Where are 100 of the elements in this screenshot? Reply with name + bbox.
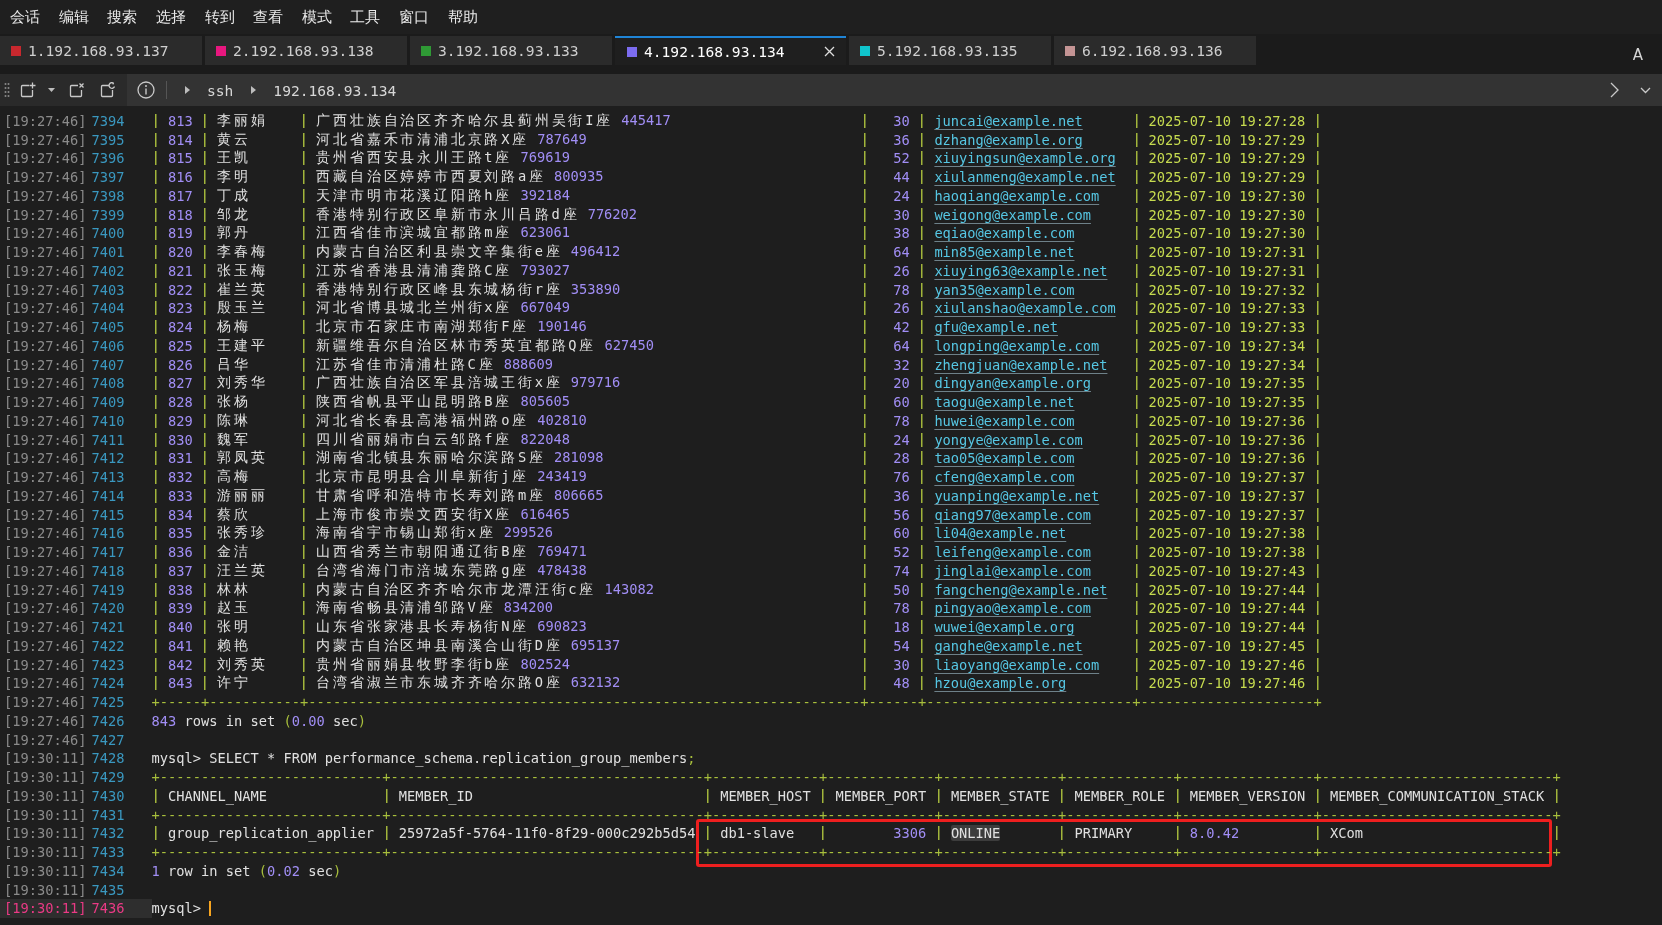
breadcrumb-item[interactable]: 192.168.93.134 <box>273 81 397 99</box>
email-link[interactable]: liaoyang@example.com <box>934 656 1100 673</box>
email-link[interactable]: zhengjuan@example.net <box>934 356 1108 373</box>
postcode-text: 632132 <box>570 674 621 693</box>
age-text: 48 <box>893 675 910 692</box>
menu-item[interactable]: 编辑 <box>49 7 99 27</box>
tab[interactable]: 1.192.168.93.137 <box>0 36 202 65</box>
record-id: 823 <box>168 300 193 317</box>
triangle-right-icon <box>185 86 190 94</box>
email-link[interactable]: dzhang@example.org <box>934 131 1083 148</box>
caret-down-icon[interactable] <box>48 88 55 92</box>
menu-item[interactable]: 模式 <box>292 7 342 27</box>
column-header: MEMBER_VERSION <box>1189 787 1306 804</box>
email-link[interactable]: tao05@example.com <box>934 450 1075 467</box>
email-link[interactable]: xiulanshao@example.com <box>934 300 1116 317</box>
chevron-right-icon[interactable] <box>1610 82 1619 98</box>
menu-item[interactable]: 帮助 <box>438 7 487 27</box>
email-link[interactable]: cfeng@example.com <box>934 469 1075 486</box>
person-name: 张秀珍 <box>217 524 268 543</box>
email-link[interactable]: yan35@example.com <box>934 281 1075 298</box>
email-link[interactable]: dingyan@example.org <box>934 375 1091 392</box>
tab[interactable]: 3.192.168.93.133 <box>410 36 612 65</box>
person-name: 郭凤英 <box>217 449 268 468</box>
line-number: 7401 <box>91 243 126 262</box>
date-time-text: 2025-07-10 19:27:30 <box>1148 225 1306 242</box>
person-name: 邹龙 <box>217 205 252 224</box>
x-square-icon[interactable] <box>69 82 85 98</box>
menu-item[interactable]: 转到 <box>195 7 244 27</box>
email-link[interactable]: xiuyingsun@example.org <box>934 150 1116 167</box>
menu-item[interactable]: 工具 <box>341 7 390 27</box>
email-link[interactable]: li04@example.net <box>934 525 1067 542</box>
email-link[interactable]: wuwei@example.org <box>934 619 1075 636</box>
letter-button[interactable]: A <box>1632 46 1643 64</box>
menu-item[interactable]: 查看 <box>243 7 293 27</box>
email-link[interactable]: yongye@example.com <box>934 431 1083 448</box>
email-link[interactable]: qiang97@example.com <box>934 506 1091 523</box>
email-link[interactable]: yuanping@example.net <box>934 487 1100 504</box>
line-number: 7409 <box>91 393 126 412</box>
tab[interactable]: 2.192.168.93.138 <box>205 36 407 65</box>
menu-item[interactable]: 窗口 <box>389 7 439 27</box>
age-text: 52 <box>893 150 910 167</box>
timestamp: [19:27:46] <box>3 580 88 599</box>
email-link[interactable]: leifeng@example.com <box>934 544 1091 561</box>
postcode-text: 243419 <box>537 468 587 487</box>
field-value: 8.0.42 <box>1189 825 1240 842</box>
email-link[interactable]: hzou@example.org <box>934 675 1067 692</box>
tab[interactable]: 4.192.168.93.134 <box>615 36 846 65</box>
email-link[interactable]: jinglai@example.com <box>934 562 1091 579</box>
email-link[interactable]: haoqiang@example.com <box>934 187 1100 204</box>
grip-icon[interactable] <box>4 82 10 98</box>
person-name: 许宁 <box>217 674 252 693</box>
email-link[interactable]: taogu@example.net <box>934 394 1075 411</box>
chevron-down-icon[interactable] <box>1640 86 1651 94</box>
email-link[interactable]: juncai@example.net <box>934 112 1083 129</box>
timestamp: [19:27:46] <box>3 186 88 206</box>
postcode-text: 299526 <box>503 524 554 543</box>
date-time-text: 2025-07-10 19:27:32 <box>1148 281 1306 298</box>
age-text: 28 <box>893 450 910 467</box>
date-time-text: 2025-07-10 19:27:44 <box>1148 581 1306 598</box>
email-link[interactable]: longping@example.com <box>934 337 1100 354</box>
menu-item[interactable]: 会话 <box>1 7 50 27</box>
age-text: 76 <box>893 469 910 486</box>
menu-item[interactable]: 选择 <box>146 7 196 27</box>
email-link[interactable]: gfu@example.net <box>934 319 1058 336</box>
date-time-text: 2025-07-10 19:27:38 <box>1148 544 1306 561</box>
tab[interactable]: 6.192.168.93.136 <box>1054 36 1256 65</box>
plus-square-icon[interactable] <box>20 82 36 98</box>
date-time-text: 2025-07-10 19:27:44 <box>1148 619 1306 636</box>
email-link[interactable]: fangcheng@example.net <box>934 581 1108 598</box>
postcode-text: 143082 <box>604 580 654 599</box>
timestamp: [19:27:46] <box>3 524 88 543</box>
address-text: 河北省嘉禾市清浦北京路X座 <box>316 130 529 149</box>
person-name: 魏军 <box>217 430 252 449</box>
email-link[interactable]: xiulanmeng@example.net <box>934 169 1116 186</box>
breadcrumb-item[interactable]: ssh <box>207 81 234 99</box>
field-value: 3306 <box>893 825 927 842</box>
address-text: 江苏省佳市清浦杜路C座 <box>316 355 496 374</box>
record-id: 820 <box>168 244 193 261</box>
close-icon[interactable] <box>824 46 835 57</box>
refresh-square-icon[interactable] <box>100 82 116 98</box>
timestamp: [19:30:11] <box>3 768 88 787</box>
line-number: 7425 <box>91 693 126 712</box>
email-link[interactable]: huwei@example.com <box>934 412 1075 429</box>
email-link[interactable]: weigong@example.com <box>934 206 1091 223</box>
age-text: 20 <box>893 375 910 392</box>
postcode-text: 353890 <box>570 280 621 299</box>
info-icon[interactable] <box>137 81 155 99</box>
line-number: 7399 <box>91 205 126 224</box>
record-id: 822 <box>168 281 193 298</box>
person-name: 张玉梅 <box>217 261 268 280</box>
email-link[interactable]: xiuying63@example.net <box>934 262 1108 279</box>
menu-item[interactable]: 搜索 <box>98 7 147 27</box>
result-summary: 1 row in set (0.02 sec) <box>151 862 342 879</box>
date-time-text: 2025-07-10 19:27:46 <box>1148 675 1306 692</box>
email-link[interactable]: pingyao@example.com <box>934 600 1091 617</box>
tab[interactable]: 5.192.168.93.135 <box>849 36 1051 65</box>
timestamp: [19:27:46] <box>3 111 88 131</box>
email-link[interactable]: eqiao@example.com <box>934 225 1075 242</box>
email-link[interactable]: min85@example.net <box>934 244 1075 261</box>
email-link[interactable]: ganghe@example.net <box>934 637 1083 654</box>
